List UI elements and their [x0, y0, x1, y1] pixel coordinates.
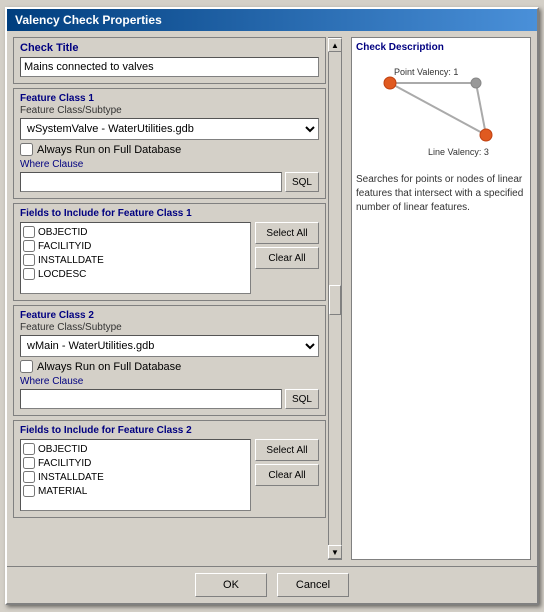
field2-facilityid-checkbox[interactable] — [23, 457, 35, 469]
check-title-group: Check Title Mains connected to valves — [13, 37, 326, 84]
dialog-footer: OK Cancel — [7, 566, 537, 603]
list-item: INSTALLDATE — [23, 253, 248, 267]
list-item: OBJECTID — [23, 442, 248, 456]
select-all2-button[interactable]: Select All — [255, 439, 319, 461]
field2-objectid-checkbox[interactable] — [23, 443, 35, 455]
field2-material-label: MATERIAL — [38, 486, 87, 497]
dialog-body: Check Title Mains connected to valves Fe… — [7, 31, 537, 566]
field1-locdesc-label: LOCDESC — [38, 269, 86, 280]
vertical-scrollbar[interactable]: ▲ ▼ — [328, 37, 342, 560]
fields1-content: OBJECTID FACILITYID INSTALLDATE — [20, 222, 319, 294]
list-item: MATERIAL — [23, 484, 248, 498]
check-title-input[interactable]: Mains connected to valves — [20, 57, 319, 77]
list-item: FACILITYID — [23, 239, 248, 253]
field1-facilityid-label: FACILITYID — [38, 241, 91, 252]
select-all1-button[interactable]: Select All — [255, 222, 319, 244]
check-description-title: Check Description — [356, 42, 526, 53]
fields1-section: Fields to Include for Feature Class 1 OB… — [13, 203, 326, 301]
where-clause2-input[interactable] — [20, 389, 282, 409]
field1-facilityid-checkbox[interactable] — [23, 240, 35, 252]
clear-all1-button[interactable]: Clear All — [255, 247, 319, 269]
scroll-up-arrow[interactable]: ▲ — [328, 38, 342, 52]
field1-objectid-checkbox[interactable] — [23, 226, 35, 238]
fields1-title: Fields to Include for Feature Class 1 — [20, 208, 319, 219]
left-scroll-area: Check Title Mains connected to valves Fe… — [13, 37, 345, 560]
where-clause1-label: Where Clause — [20, 159, 319, 170]
svg-text:Point Valency: 1: Point Valency: 1 — [394, 67, 458, 77]
title-bar: Valency Check Properties — [7, 9, 537, 31]
always-run1-row: Always Run on Full Database — [20, 143, 319, 156]
check-title-label: Check Title — [20, 42, 319, 54]
fields1-list[interactable]: OBJECTID FACILITYID INSTALLDATE — [20, 222, 251, 294]
list-item: FACILITYID — [23, 456, 248, 470]
valency-diagram: Point Valency: 1 Line Valency: 3 — [356, 57, 516, 162]
field2-installdate-label: INSTALLDATE — [38, 472, 104, 483]
always-run2-row: Always Run on Full Database — [20, 360, 319, 373]
field1-installdate-label: INSTALLDATE — [38, 255, 104, 266]
dialog-title: Valency Check Properties — [15, 13, 162, 27]
field2-material-checkbox[interactable] — [23, 485, 35, 497]
clear-all2-button[interactable]: Clear All — [255, 464, 319, 486]
field1-objectid-label: OBJECTID — [38, 227, 87, 238]
field2-installdate-checkbox[interactable] — [23, 471, 35, 483]
feature-class1-label: Feature Class 1 — [20, 93, 319, 104]
always-run1-checkbox[interactable] — [20, 143, 33, 156]
feature-class2-group: Feature Class 2 Feature Class/Subtype wM… — [13, 305, 326, 416]
ok-button[interactable]: OK — [195, 573, 267, 597]
fields2-content: OBJECTID FACILITYID INSTALLDATE — [20, 439, 319, 511]
always-run2-label: Always Run on Full Database — [37, 361, 181, 373]
list-item: OBJECTID — [23, 225, 248, 239]
diagram-area: Point Valency: 1 Line Valency: 3 — [356, 57, 526, 167]
feature-class1-group: Feature Class 1 Feature Class/Subtype wS… — [13, 88, 326, 199]
field2-facilityid-label: FACILITYID — [38, 458, 91, 469]
sql1-button[interactable]: SQL — [285, 172, 319, 192]
sql2-button[interactable]: SQL — [285, 389, 319, 409]
list-item: LOCDESC — [23, 267, 248, 281]
feature-class2-sub-label: Feature Class/Subtype — [20, 322, 319, 333]
cancel-button[interactable]: Cancel — [277, 573, 349, 597]
feature-class1-sub-label: Feature Class/Subtype — [20, 105, 319, 116]
where-clause1-input[interactable] — [20, 172, 282, 192]
feature-class2-dropdown[interactable]: wMain - WaterUtilities.gdb — [20, 335, 319, 357]
check-description-text: Searches for points or nodes of linear f… — [356, 173, 526, 215]
field1-installdate-checkbox[interactable] — [23, 254, 35, 266]
fields1-buttons: Select All Clear All — [255, 222, 319, 269]
svg-text:Line Valency: 3: Line Valency: 3 — [428, 147, 489, 157]
fields2-title: Fields to Include for Feature Class 2 — [20, 425, 319, 436]
list-item: INSTALLDATE — [23, 470, 248, 484]
where-clause2-label: Where Clause — [20, 376, 319, 387]
scroll-down-arrow[interactable]: ▼ — [328, 545, 342, 559]
always-run1-label: Always Run on Full Database — [37, 144, 181, 156]
always-run2-checkbox[interactable] — [20, 360, 33, 373]
where-row2: SQL — [20, 389, 319, 409]
left-panel: Check Title Mains connected to valves Fe… — [13, 37, 328, 560]
where-row1: SQL — [20, 172, 319, 192]
field2-objectid-label: OBJECTID — [38, 444, 87, 455]
scroll-thumb[interactable] — [329, 285, 341, 315]
field1-locdesc-checkbox[interactable] — [23, 268, 35, 280]
valency-check-dialog: Valency Check Properties Check Title Mai… — [5, 7, 539, 605]
fields2-list[interactable]: OBJECTID FACILITYID INSTALLDATE — [20, 439, 251, 511]
fields2-buttons: Select All Clear All — [255, 439, 319, 486]
fields2-section: Fields to Include for Feature Class 2 OB… — [13, 420, 326, 518]
feature-class2-label: Feature Class 2 — [20, 310, 319, 321]
check-description-box: Check Description — [351, 37, 531, 560]
right-panel: Check Description — [351, 37, 531, 560]
feature-class1-dropdown[interactable]: wSystemValve - WaterUtilities.gdb — [20, 118, 319, 140]
